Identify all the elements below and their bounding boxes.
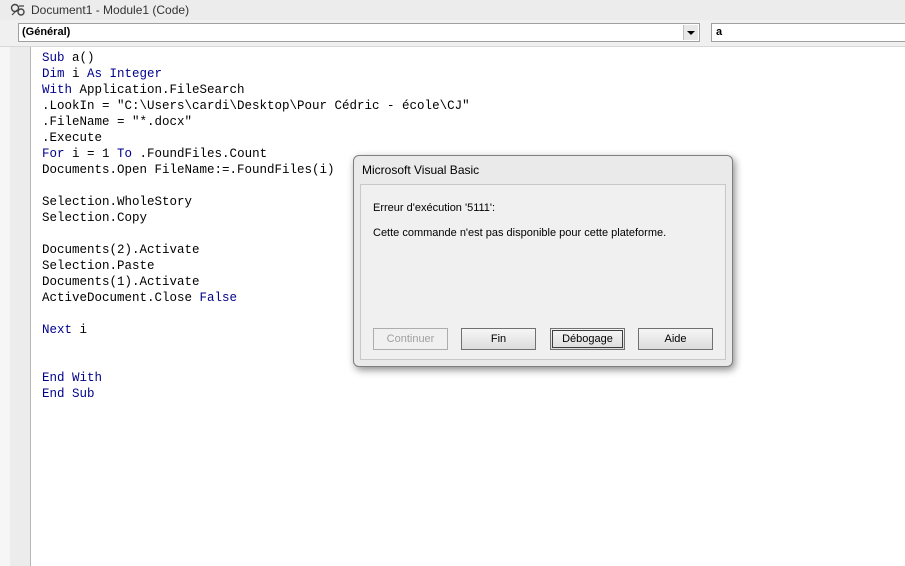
code-keyword: To xyxy=(117,147,140,161)
procedure-dropdown[interactable]: a xyxy=(711,23,905,42)
dialog-title: Microsoft Visual Basic xyxy=(362,163,480,177)
code-keyword: For xyxy=(42,147,73,161)
code-text: i xyxy=(79,323,88,337)
help-button[interactable]: Aide xyxy=(638,328,713,350)
code-text: Documents(2).Activate xyxy=(42,243,200,257)
code-keyword: As xyxy=(87,67,110,81)
object-dropdown-value: (Général) xyxy=(22,26,71,38)
code-text: Selection.Copy xyxy=(42,211,148,225)
code-line[interactable]: End Sub xyxy=(42,386,470,402)
code-keyword: Next xyxy=(42,323,80,337)
code-text: .Execute xyxy=(42,131,103,145)
code-text: Application.FileSearch xyxy=(79,83,245,97)
code-line[interactable]: .Execute xyxy=(42,130,470,146)
code-line[interactable]: Sub a() xyxy=(42,50,470,66)
code-text: Selection.Paste xyxy=(42,259,155,273)
code-keyword: Integer xyxy=(109,67,163,81)
margin-indicator-bar[interactable] xyxy=(10,47,31,566)
code-line[interactable]: .LookIn = "C:\Users\cardi\Desktop\Pour C… xyxy=(42,98,470,114)
code-text: a() xyxy=(72,51,95,65)
code-keyword: End With xyxy=(42,371,103,385)
code-keyword: Dim xyxy=(42,67,73,81)
code-line[interactable]: Dim i As Integer xyxy=(42,66,470,82)
code-line[interactable]: .FileName = "*.docx" xyxy=(42,114,470,130)
editor-left-edge xyxy=(0,47,10,566)
code-keyword: Sub xyxy=(42,51,73,65)
continue-button[interactable]: Continuer xyxy=(373,328,448,350)
code-keyword: End Sub xyxy=(42,387,95,401)
code-line[interactable]: With Application.FileSearch xyxy=(42,82,470,98)
code-text: Documents(1).Activate xyxy=(42,275,200,289)
code-line[interactable]: End With xyxy=(42,370,470,386)
code-text: i = 1 xyxy=(72,147,118,161)
code-keyword: False xyxy=(199,291,238,305)
error-label: Erreur d'exécution '5111': xyxy=(373,202,496,214)
code-text: Selection.WholeStory xyxy=(42,195,193,209)
code-text: .LookIn = "C:\Users\cardi\Desktop\Pour C… xyxy=(42,99,470,113)
end-button[interactable]: Fin xyxy=(461,328,536,350)
code-keyword: With xyxy=(42,83,80,97)
code-text: i xyxy=(72,67,88,81)
code-text: ActiveDocument.Close xyxy=(42,291,200,305)
code-text: Documents.Open FileName:=.FoundFiles(i) xyxy=(42,163,335,177)
combo-toolbar: (Général) a xyxy=(0,20,905,47)
code-text: .FoundFiles.Count xyxy=(139,147,268,161)
code-text: .FileName = "*.docx" xyxy=(42,115,193,129)
procedure-dropdown-value: a xyxy=(716,26,723,38)
debug-button[interactable]: Débogage xyxy=(550,328,625,350)
vba-module-icon xyxy=(10,3,25,16)
object-dropdown[interactable]: (Général) xyxy=(18,23,700,42)
title-bar: Document1 - Module1 (Code) xyxy=(0,0,905,21)
error-message: Cette commande n'est pas disponible pour… xyxy=(373,227,667,239)
chevron-down-icon[interactable] xyxy=(683,25,698,40)
error-dialog: Microsoft Visual Basic Erreur d'exécutio… xyxy=(353,155,733,367)
window-title: Document1 - Module1 (Code) xyxy=(31,3,190,17)
dialog-body: Erreur d'exécution '5111': Cette command… xyxy=(360,184,726,360)
